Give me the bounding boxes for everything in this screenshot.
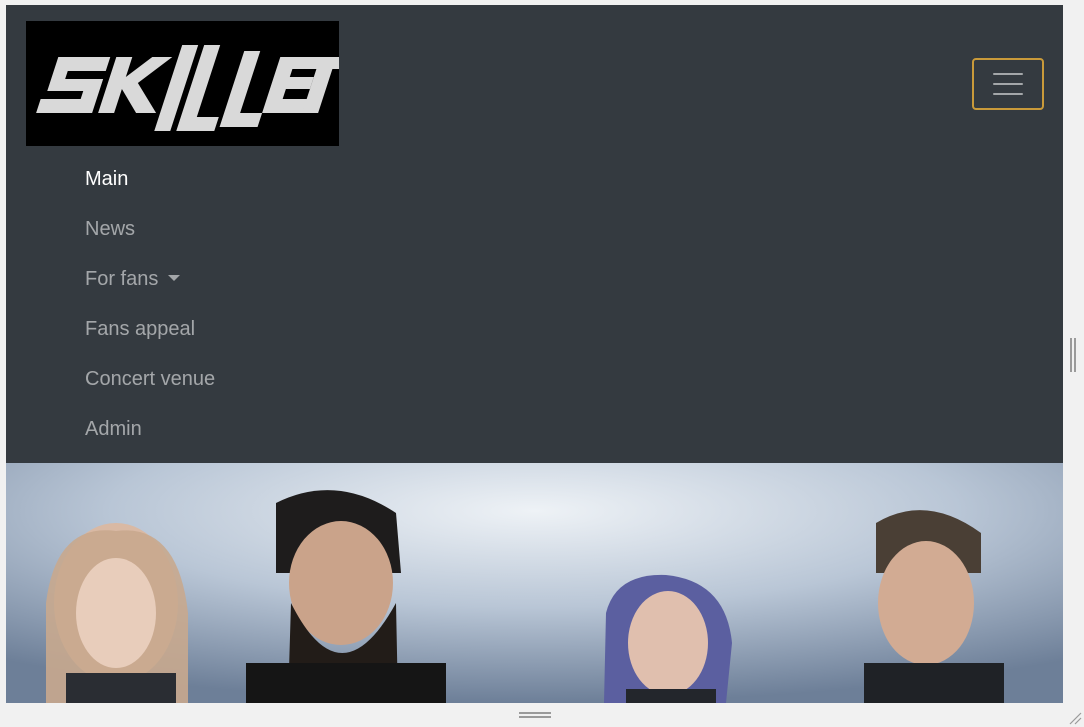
horizontal-resize-handle[interactable]: [519, 712, 551, 720]
band-photo: [6, 463, 1063, 703]
navbar: Main News For fans Fans appeal Concert v…: [6, 5, 1063, 463]
vertical-resize-handle[interactable]: [1070, 338, 1078, 372]
nav-item-for-fans: For fans: [85, 254, 215, 304]
nav-item-admin: Admin: [85, 404, 215, 454]
nav-link-news[interactable]: News: [85, 218, 135, 241]
for-fans-label: For fans: [85, 267, 159, 290]
nav-link-concert-venue[interactable]: Concert venue: [85, 368, 215, 391]
nav-item-concert-venue: Concert venue: [85, 354, 215, 404]
browser-viewport: Main News For fans Fans appeal Concert v…: [6, 5, 1063, 703]
nav-item-fans-appeal: Fans appeal: [85, 304, 215, 354]
nav-link-main[interactable]: Main: [85, 168, 128, 191]
skillet-logo-icon: [26, 21, 339, 146]
nav-menu: Main News For fans Fans appeal Concert v…: [85, 154, 215, 454]
caret-down-icon: [168, 274, 181, 281]
nav-item-main: Main: [85, 154, 215, 204]
hero-band-image: [6, 463, 1063, 703]
nav-link-for-fans-dropdown[interactable]: For fans: [85, 267, 181, 291]
nav-link-admin[interactable]: Admin: [85, 418, 142, 441]
nav-link-fans-appeal[interactable]: Fans appeal: [85, 318, 195, 341]
nav-item-news: News: [85, 204, 215, 254]
navbar-toggler-button[interactable]: [972, 58, 1044, 110]
hamburger-menu-icon: [993, 73, 1023, 95]
resize-corner-icon[interactable]: [1068, 711, 1082, 725]
brand-logo[interactable]: [26, 21, 339, 146]
